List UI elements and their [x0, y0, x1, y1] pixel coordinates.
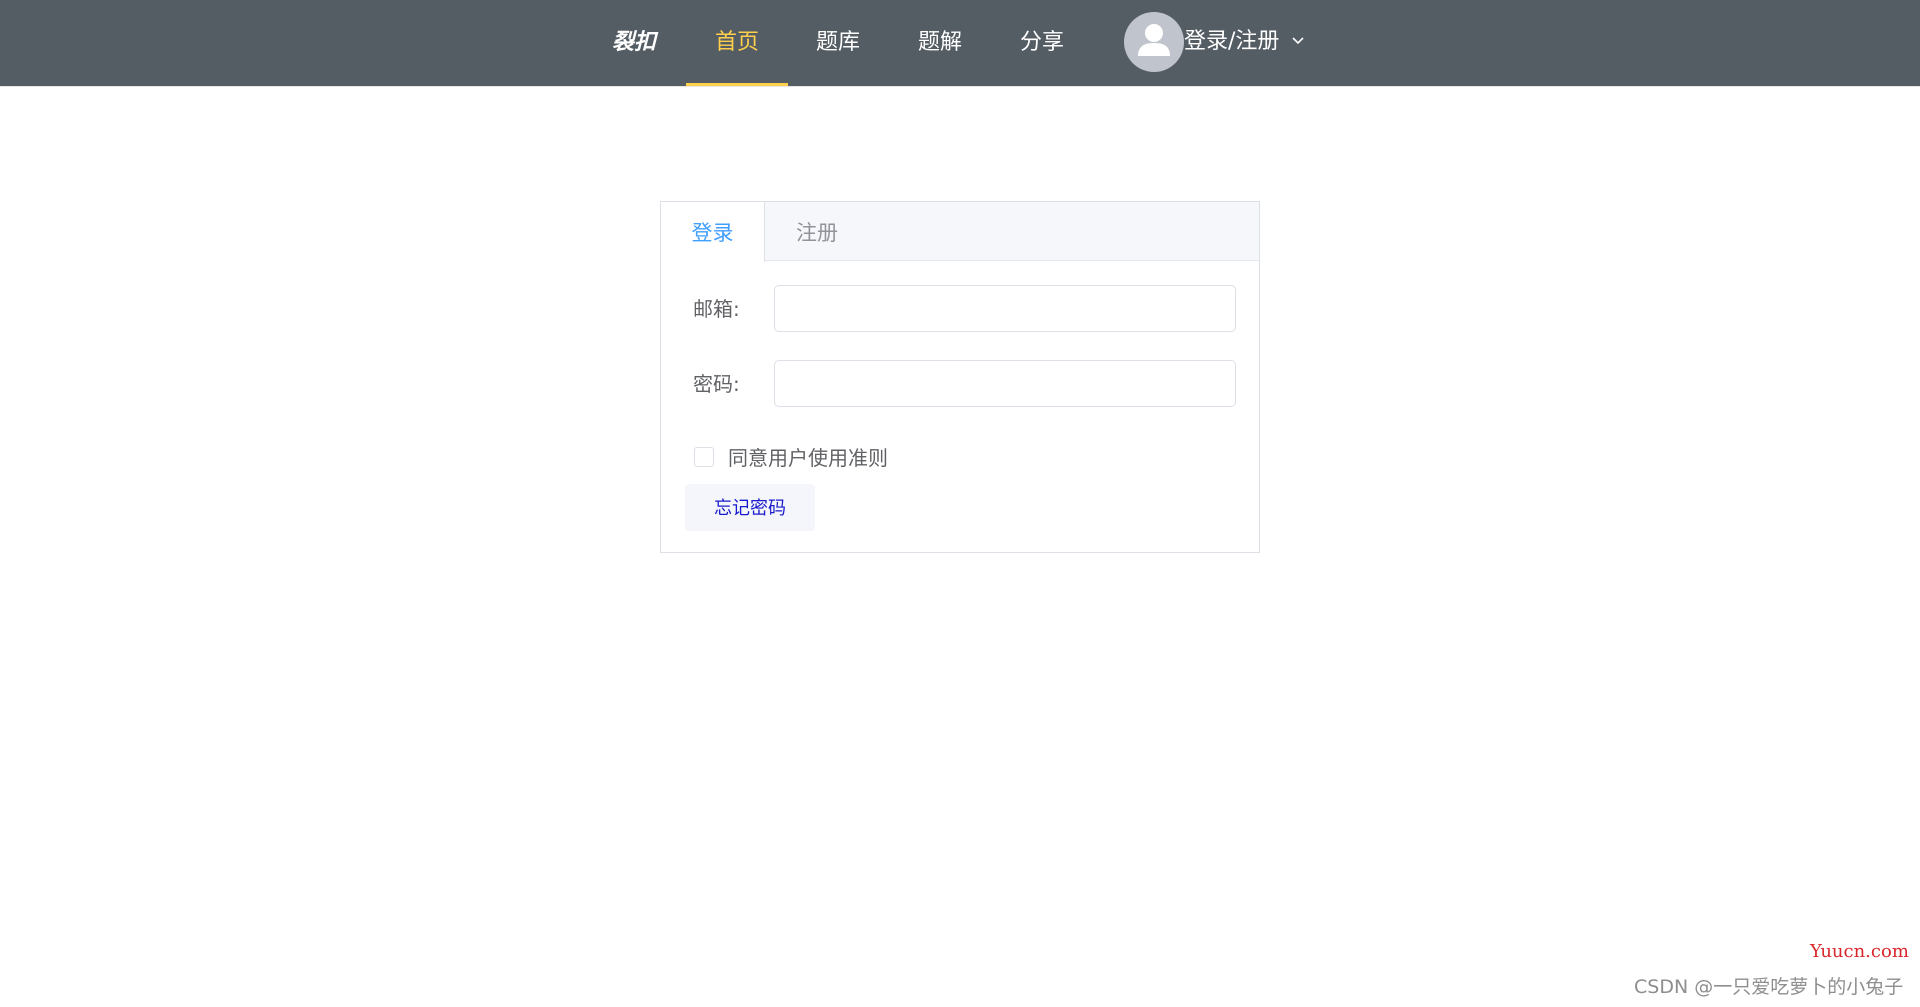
forgot-password-button[interactable]: 忘记密码	[685, 484, 815, 531]
nav-item-solutions[interactable]: 题解	[890, 0, 990, 86]
agree-terms-label[interactable]: 同意用户使用准则	[728, 443, 888, 473]
tab-register[interactable]: 注册	[765, 202, 869, 261]
login-card: 登录 注册 邮箱: 密码: 同意用户使用准则 忘记密码	[660, 201, 1260, 553]
brand-logo[interactable]: 裂扣	[612, 28, 656, 58]
tabs-header: 登录 注册	[661, 202, 1259, 262]
email-input[interactable]	[774, 285, 1236, 332]
author-watermark: CSDN @一只爱吃萝卜的小兔子	[1634, 976, 1904, 998]
top-navbar: 裂扣 首页 题库 题解 分享 登录/注册	[0, 0, 1920, 87]
agree-terms-checkbox[interactable]	[694, 447, 714, 467]
nav-item-share[interactable]: 分享	[992, 0, 1092, 86]
tab-login[interactable]: 登录	[661, 202, 765, 262]
password-input[interactable]	[774, 360, 1236, 407]
nav-item-home[interactable]: 首页	[686, 0, 788, 86]
nav-item-question-bank[interactable]: 题库	[788, 0, 888, 86]
site-watermark: Yuucn.com	[1810, 941, 1909, 962]
email-label: 邮箱:	[693, 297, 740, 321]
chevron-down-icon[interactable]	[1290, 32, 1306, 48]
user-avatar-icon[interactable]	[1124, 12, 1184, 72]
password-label: 密码:	[693, 372, 740, 396]
login-register-label[interactable]: 登录/注册	[1184, 27, 1279, 57]
